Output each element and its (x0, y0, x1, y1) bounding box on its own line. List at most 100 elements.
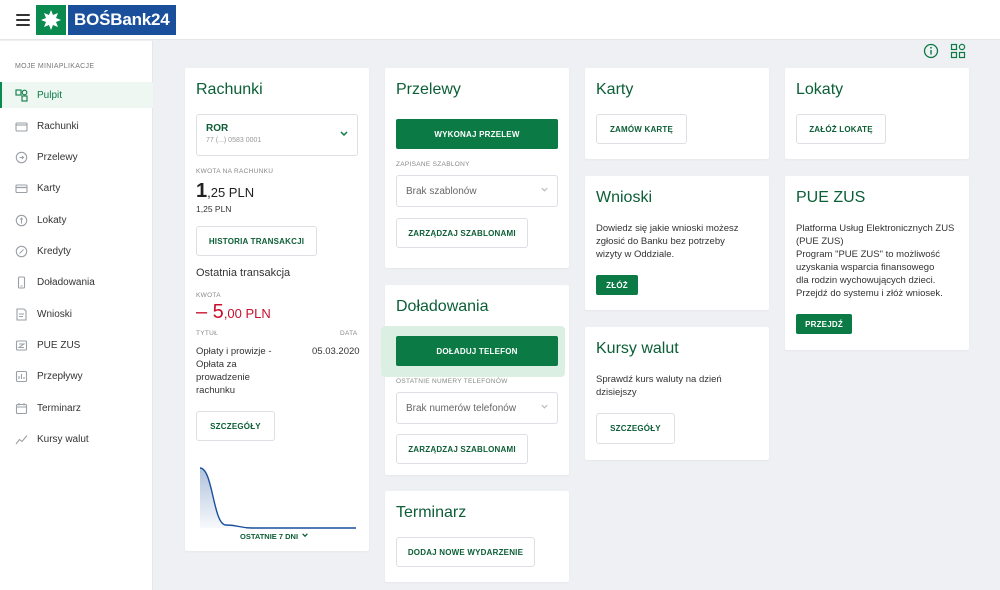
form-icon (14, 307, 28, 321)
sidebar-item-lokaty[interactable]: Lokaty (0, 207, 153, 233)
settings-grid-icon[interactable] (950, 43, 966, 59)
manage-transfer-templates-button[interactable]: ZARZĄDZAJ SZABLONAMI (396, 218, 528, 248)
dashboard-icon (14, 88, 28, 102)
top-bar: BOŚBank24 (0, 0, 1000, 40)
sidebar-section-label: MOJE MINIAPLIKACJE (15, 63, 95, 70)
pue-zus-description: Platforma Usług Elektronicznych ZUS (PUE… (796, 223, 955, 299)
applications-card: Wnioski Dowiedz się jakie wnioski możesz… (585, 176, 769, 310)
chevron-down-icon (540, 185, 549, 197)
account-name: ROR (206, 123, 229, 134)
amount-label: KWOTA NA RACHUNKU (196, 168, 274, 175)
sidebar-item-label: Doładowania (37, 277, 95, 289)
sidebar-item-label: Pulpit (37, 89, 63, 101)
sidebar-item-kredyty[interactable]: Kredyty (0, 239, 153, 265)
bank-logo-leaf-icon[interactable] (36, 5, 66, 35)
bank-logo-text[interactable]: BOŚBank24 (68, 5, 176, 35)
transfers-card: Przelewy WYKONAJ PRZELEW ZAPISANE SZABLO… (385, 68, 569, 268)
tx-date-label: DATA (340, 330, 358, 337)
topup-card: Doładowania DOŁADUJ TELEFON OSTATNIE NUM… (381, 285, 569, 475)
sidebar-item-terminarz[interactable]: Terminarz (0, 395, 153, 421)
add-event-button[interactable]: DODAJ NOWE WYDARZENIE (396, 537, 535, 567)
sidebar-item-label: Przepływy (37, 371, 83, 383)
sidebar-item-pulpit[interactable]: Pulpit (0, 82, 153, 108)
phone-numbers-select[interactable]: Brak numerów telefonów (396, 392, 558, 424)
exchange-rates-description: Sprawdź kurs waluty na dzień dzisiejszy (596, 374, 722, 398)
last-transaction-date: 05.03.2020 (312, 346, 360, 357)
balance-chart (199, 467, 356, 529)
balance-line (199, 467, 356, 529)
calendar-card-title: Terminarz (396, 504, 467, 521)
templates-select[interactable]: Brak szablonów (396, 175, 558, 207)
deposit-icon (14, 213, 28, 227)
period-selector[interactable]: OSTATNIE 7 DNI (240, 531, 309, 541)
chevron-down-icon (339, 129, 349, 142)
sidebar-item-label: Lokaty (37, 214, 67, 226)
last-transaction-amount: – 5,00 PLN (196, 301, 271, 323)
manage-phone-templates-button[interactable]: ZARZĄDZAJ SZABLONAMI (396, 434, 528, 464)
period-label: OSTATNIE 7 DNI (240, 531, 299, 541)
tx-title-label: TYTUŁ (196, 330, 219, 337)
sidebar-item-doładowania[interactable]: Doładowania (0, 270, 153, 296)
topup-card-title: Doładowania (396, 298, 489, 315)
make-transfer-button[interactable]: WYKONAJ PRZELEW (396, 119, 558, 149)
account-balance: 1,25 PLN (196, 180, 255, 202)
account-selector[interactable]: ROR 77 (...) 0583 0001 (196, 114, 358, 156)
sidebar-item-label: Rachunki (37, 120, 79, 132)
sidebar: MOJE MINIAPLIKACJE Pulpit Rachunki Przelew… (0, 41, 153, 590)
accounts-card: Rachunki ROR 77 (...) 0583 0001 KWOTA NA… (185, 68, 369, 551)
transaction-details-button[interactable]: SZCZEGÓŁY (196, 411, 275, 441)
go-to-pue-button[interactable]: PRZEJDŹ (796, 314, 852, 334)
sidebar-item-label: Kredyty (37, 246, 71, 257)
open-deposit-button[interactable]: ZAŁÓŻ LOKATĘ (796, 114, 886, 144)
submit-application-button[interactable]: ZŁÓŻ (596, 275, 638, 295)
sidebar-item-rachunki[interactable]: Rachunki (0, 113, 153, 139)
transaction-history-button[interactable]: HISTORIA TRANSAKCJI (196, 226, 317, 256)
flows-icon (14, 370, 28, 384)
saved-templates-label: ZAPISANE SZABLONY (396, 161, 470, 168)
applications-description: Dowiedz się jakie wnioski możesz zgłosić… (596, 223, 739, 260)
deposits-card-title: Lokaty (796, 81, 844, 98)
exchange-rates-details-button[interactable]: SZCZEGÓŁY (596, 413, 675, 444)
calendar-icon (14, 401, 28, 415)
chevron-down-icon (301, 531, 309, 541)
card-icon (14, 182, 28, 196)
account-number: 77 (...) 0583 0001 (206, 137, 262, 144)
sidebar-item-label: Karty (37, 183, 61, 195)
applications-card-title: Wnioski (596, 189, 653, 206)
transfer-icon (14, 151, 28, 165)
transfers-card-title: Przelewy (396, 81, 461, 98)
chart-line-icon (14, 432, 28, 446)
sidebar-item-kursy-walut[interactable]: Kursy walut (0, 426, 153, 452)
sidebar-item-label: Wnioski (37, 308, 73, 320)
pue-zus-card: PUE ZUS Platforma Usług Elektronicznych … (785, 176, 969, 350)
sidebar-item-label: Terminarz (37, 402, 81, 414)
sidebar-item-label: Kursy walut (37, 433, 89, 445)
wallet-icon (14, 119, 28, 133)
order-card-button[interactable]: ZAMÓW KARTĘ (596, 114, 687, 144)
calendar-card: Terminarz DODAJ NOWE WYDARZENIE (385, 491, 569, 582)
accounts-card-title: Rachunki (196, 81, 263, 98)
sidebar-item-label: Przelewy (37, 152, 78, 164)
menu-icon[interactable] (16, 14, 30, 26)
sidebar-item-pue-zus[interactable]: PUE ZUS (0, 332, 153, 358)
sidebar-item-przelewy[interactable]: Przelewy (0, 145, 153, 171)
recent-numbers-label: OSTATNIE NUMERY TELEFONÓW (396, 378, 508, 385)
sidebar-item-wnioski[interactable]: Wnioski (0, 301, 153, 327)
exchange-rates-card: Kursy walut Sprawdź kurs waluty na dzień… (585, 327, 769, 460)
tx-amount-label: KWOTA (196, 292, 221, 299)
sidebar-item-label: PUE ZUS (37, 339, 81, 351)
account-balance-small: 1,25 PLN (196, 204, 232, 214)
last-transaction-heading: Ostatnia transakcja (196, 267, 291, 279)
zus-icon (14, 338, 28, 352)
sidebar-item-przepływy[interactable]: Przepływy (0, 364, 153, 390)
cards-card: Karty ZAMÓW KARTĘ (585, 68, 769, 159)
sidebar-item-karty[interactable]: Karty (0, 176, 153, 202)
exchange-rates-card-title: Kursy walut (596, 340, 679, 357)
topup-phone-button[interactable]: DOŁADUJ TELEFON (396, 336, 558, 366)
cards-card-title: Karty (596, 81, 634, 98)
deposits-card: Lokaty ZAŁÓŻ LOKATĘ (785, 68, 969, 159)
last-transaction-title: Opłaty i prowizje - Opłata za prowadzeni… (196, 346, 272, 396)
balance-area (200, 468, 356, 528)
loan-icon (14, 245, 28, 259)
info-icon[interactable] (923, 43, 939, 59)
